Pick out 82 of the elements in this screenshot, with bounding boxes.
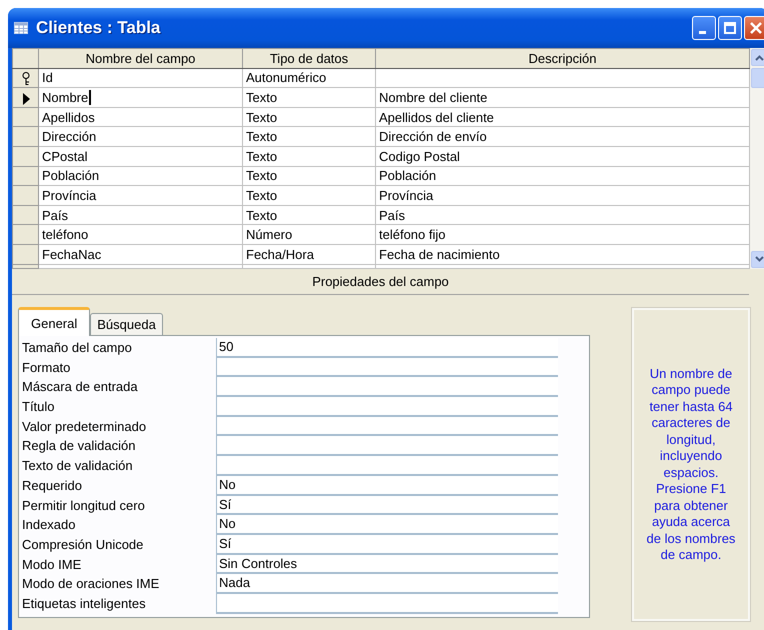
row-selector[interactable] — [12, 88, 38, 108]
minimize-icon — [699, 30, 706, 34]
table-cell: País — [38, 205, 242, 225]
table-cell: teléfono fijo — [376, 224, 750, 244]
table-cell: País — [376, 205, 750, 225]
property-field[interactable]: Sí — [216, 496, 558, 516]
table-cell: Apellidos del cliente — [376, 107, 750, 127]
table-cell: Fecha de nacimiento — [376, 244, 750, 264]
property-field[interactable]: No — [216, 515, 558, 535]
property-label: Valor predeterminado — [21, 418, 148, 436]
table-cell: Texto — [242, 88, 376, 108]
property-field[interactable]: 50 — [216, 338, 558, 358]
table-cell: Dirección de envío — [376, 126, 750, 146]
scroll-up-button[interactable] — [750, 49, 764, 66]
property-label: Regla de validación — [21, 437, 136, 456]
property-label: Etiquetas inteligentes — [21, 594, 147, 613]
column-header[interactable] — [12, 48, 38, 68]
table-cell: Apellidos — [38, 107, 242, 127]
table-cell: Dirección — [38, 126, 242, 146]
property-label: Modo IME — [21, 556, 82, 574]
property-field[interactable] — [216, 377, 558, 398]
table-cell: Texto — [242, 107, 376, 127]
property-field[interactable]: Sin Controles — [216, 554, 558, 574]
maximize-button[interactable] — [718, 16, 742, 40]
table-cell: Número — [242, 224, 376, 244]
maximize-icon — [723, 21, 737, 35]
property-label: Formato — [21, 358, 72, 377]
table-cell: Fecha/Hora — [242, 244, 376, 264]
close-button[interactable] — [744, 16, 764, 40]
property-field[interactable]: No — [216, 476, 558, 496]
tab[interactable]: General — [18, 307, 90, 336]
property-field[interactable]: Nada — [216, 574, 558, 594]
chevron-down-icon — [754, 256, 764, 262]
table-cell: Nombre — [38, 88, 242, 108]
table-cell: Nombre del cliente — [376, 88, 750, 108]
table-cell: Texto — [242, 166, 376, 186]
property-field[interactable] — [216, 436, 558, 456]
column-header[interactable]: Nombre del campo — [38, 48, 242, 68]
scroll-thumb[interactable] — [750, 68, 764, 88]
property-label: Indexado — [21, 516, 76, 534]
table-cell: Autonumérico — [242, 68, 376, 88]
minimize-button[interactable] — [692, 16, 716, 40]
table-cell: CPostal — [38, 146, 242, 166]
property-label: Título — [21, 398, 56, 416]
table-cell: FechaNac — [38, 244, 242, 264]
table-cell: Texto — [242, 186, 376, 206]
property-field[interactable] — [216, 358, 558, 378]
close-icon — [749, 21, 763, 35]
scrollbar[interactable] — [750, 48, 764, 269]
property-label: Texto de validación — [21, 457, 134, 476]
scroll-down-button[interactable] — [750, 250, 764, 268]
table-cell: Codigo Postal — [376, 146, 750, 166]
table-cell: Texto — [242, 126, 376, 146]
table-cell: Província — [38, 186, 242, 206]
property-field[interactable] — [216, 397, 558, 417]
tab[interactable]: Búsqueda — [90, 313, 163, 336]
table-cell: teléfono — [38, 224, 242, 244]
table-icon — [14, 22, 28, 34]
table-cell: Província — [376, 186, 750, 206]
property-label: Permitir longitud cero — [21, 496, 146, 515]
property-label: Compresión Unicode — [21, 536, 144, 554]
property-label: Máscara de entrada — [21, 378, 139, 396]
table-cell: Texto — [242, 205, 376, 225]
property-field[interactable] — [216, 594, 558, 614]
chevron-up-icon — [754, 54, 764, 60]
property-field[interactable] — [216, 456, 558, 476]
table-cell: Id — [38, 68, 242, 88]
property-label: Tamaño del campo — [21, 339, 133, 358]
table-cell: Población — [376, 166, 750, 186]
property-field[interactable]: Sí — [216, 534, 558, 555]
property-field[interactable] — [216, 416, 558, 436]
property-label: Requerido — [21, 476, 83, 495]
text-cursor — [89, 90, 92, 105]
row-selector[interactable] — [12, 68, 38, 88]
column-header[interactable]: Tipo de datos — [242, 48, 376, 68]
table-cell: Texto — [242, 146, 376, 166]
section-title: Propiedades del campo — [12, 268, 749, 296]
column-header[interactable]: Descripción — [376, 48, 750, 68]
help-text: Un nombre de campo puede tener hasta 64 caracteres de longitud, incluyendo espacios. Presione F1 para obtener ayuda acerca de los nombres de campo. — [632, 308, 750, 622]
table-cell: Población — [38, 166, 242, 186]
property-label: Modo de oraciones IME — [21, 575, 160, 594]
window-title: Clientes : Tabla — [36, 17, 160, 40]
